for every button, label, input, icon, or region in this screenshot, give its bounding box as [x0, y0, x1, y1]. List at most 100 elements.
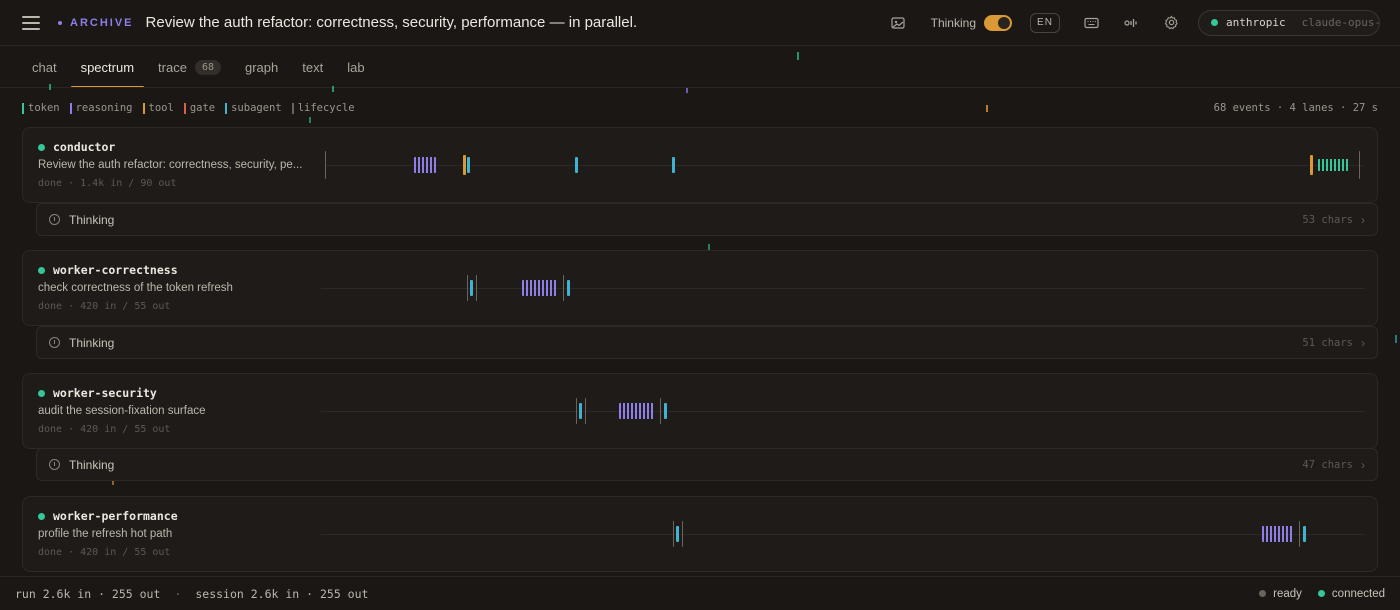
thinking-row-conductor[interactable]: Thinking 53 chars ›: [36, 203, 1378, 236]
archive-dot-icon: [58, 20, 62, 25]
view-tabs: chat spectrum trace 68 graph text lab: [20, 46, 377, 88]
provider-status-dot: [1211, 19, 1218, 26]
lifecycle-mark: [563, 275, 564, 301]
thinking-chars: 53 chars: [1302, 213, 1353, 226]
lifecycle-mark: [1299, 521, 1300, 547]
background-tick: [686, 88, 688, 93]
status-bar: run 2.6k in · 255 out · session 2.6k in …: [0, 576, 1400, 610]
event-legend: token reasoning tool gate subagent lifec…: [22, 102, 355, 114]
lifecycle-mark: [682, 521, 683, 547]
subagent-mark: [579, 403, 582, 419]
info-icon: [49, 459, 60, 470]
provider-name: anthropic: [1226, 16, 1286, 29]
lifecycle-mark: [585, 398, 586, 424]
subagent-mark: [676, 526, 679, 542]
spectrum-stats: 68 events · 4 lanes · 27 s: [1213, 102, 1378, 114]
subagent-mark: [567, 280, 570, 296]
audio-icon[interactable]: [1122, 14, 1140, 32]
image-icon[interactable]: [889, 14, 907, 32]
lane-status-dot: [38, 266, 45, 274]
legend-lifecycle: lifecycle: [291, 102, 355, 114]
chevron-right-icon: ›: [1361, 457, 1365, 472]
lane-track: [321, 534, 1365, 535]
tab-chat[interactable]: chat: [20, 46, 69, 88]
lane-task: audit the session-fixation surface: [38, 405, 206, 417]
thinking-row-worker-security[interactable]: Thinking 47 chars ›: [36, 448, 1378, 481]
page-title: Review the auth refactor: correctness, s…: [145, 14, 638, 31]
thinking-chars: 51 chars: [1302, 336, 1353, 349]
lane-track: [325, 165, 1363, 166]
background-tick: [986, 105, 988, 112]
lane-meta: done · 420 in / 55 out: [38, 301, 171, 312]
background-tick: [309, 117, 311, 123]
lifecycle-mark: [1359, 151, 1360, 179]
subagent-mark: [470, 280, 473, 296]
top-bar: ARCHIVE Review the auth refactor: correc…: [0, 0, 1400, 46]
lane-name: conductor: [53, 140, 116, 154]
thinking-chars: 47 chars: [1302, 458, 1353, 471]
lane-worker-performance[interactable]: worker-performance profile the refresh h…: [22, 496, 1378, 572]
lane-task: Review the auth refactor: correctness, s…: [38, 159, 303, 171]
lane-name: worker-performance: [53, 509, 178, 523]
info-icon: [49, 337, 60, 348]
model-name: claude-opus-4…: [1301, 16, 1380, 29]
lifecycle-mark: [576, 398, 577, 424]
token-burst: [1318, 159, 1350, 171]
keyboard-icon[interactable]: [1082, 14, 1100, 32]
model-selector[interactable]: anthropic claude-opus-4…: [1198, 9, 1380, 36]
legend-subagent: subagent: [225, 102, 282, 114]
ready-status: ready: [1259, 588, 1302, 600]
lifecycle-mark: [476, 275, 477, 301]
reasoning-burst: [619, 403, 655, 419]
trace-count-badge: 68: [194, 59, 221, 75]
lane-task: profile the refresh hot path: [38, 528, 173, 540]
thinking-row-worker-correctness[interactable]: Thinking 51 chars ›: [36, 326, 1378, 359]
subagent-mark: [575, 157, 578, 173]
gear-icon[interactable]: [1162, 14, 1180, 32]
tab-text[interactable]: text: [290, 46, 335, 88]
lifecycle-mark: [467, 275, 468, 301]
tool-mark: [1310, 155, 1313, 175]
chevron-right-icon: ›: [1361, 212, 1365, 227]
tab-lab[interactable]: lab: [335, 46, 376, 88]
subagent-mark: [467, 157, 470, 173]
lane-worker-correctness[interactable]: worker-correctness check correctness of …: [22, 250, 1378, 326]
thinking-toggle-label: Thinking: [930, 15, 976, 30]
reasoning-burst: [414, 157, 436, 173]
subagent-mark: [664, 403, 667, 419]
legend-reasoning: reasoning: [69, 102, 133, 114]
lane-track: [321, 288, 1365, 289]
lane-status-dot: [38, 389, 45, 397]
chevron-right-icon: ›: [1361, 335, 1365, 350]
lifecycle-mark: [325, 151, 326, 179]
lifecycle-mark: [673, 521, 674, 547]
tab-trace[interactable]: trace 68: [146, 46, 233, 88]
tool-mark: [463, 155, 466, 175]
info-icon: [49, 214, 60, 225]
lane-status-dot: [38, 512, 45, 520]
lifecycle-mark: [660, 398, 661, 424]
lane-meta: done · 420 in / 55 out: [38, 424, 171, 435]
lane-meta: done · 1.4k in / 90 out: [38, 178, 177, 189]
background-tick: [49, 84, 51, 90]
menu-icon[interactable]: [22, 15, 40, 30]
archive-label: ARCHIVE: [58, 17, 134, 29]
tab-graph[interactable]: graph: [233, 46, 290, 88]
connection-status: connected: [1317, 588, 1385, 600]
subagent-mark: [1303, 526, 1306, 542]
thinking-toggle[interactable]: [984, 14, 1012, 31]
reasoning-burst: [1262, 526, 1294, 542]
lane-track: [321, 411, 1365, 412]
background-tick: [797, 52, 799, 60]
legend-gate: gate: [183, 102, 215, 114]
lane-name: worker-security: [53, 386, 157, 400]
lane-task: check correctness of the token refresh: [38, 282, 233, 294]
session-usage: session 2.6k in · 255 out: [195, 586, 369, 601]
lane-status-dot: [38, 143, 45, 151]
lane-worker-security[interactable]: worker-security audit the session-fixati…: [22, 373, 1378, 449]
language-button[interactable]: EN: [1030, 12, 1060, 33]
legend-tool: tool: [142, 102, 174, 114]
reasoning-burst: [522, 280, 558, 296]
lane-conductor[interactable]: conductor Review the auth refactor: corr…: [22, 127, 1378, 203]
tab-spectrum[interactable]: spectrum: [69, 46, 146, 88]
